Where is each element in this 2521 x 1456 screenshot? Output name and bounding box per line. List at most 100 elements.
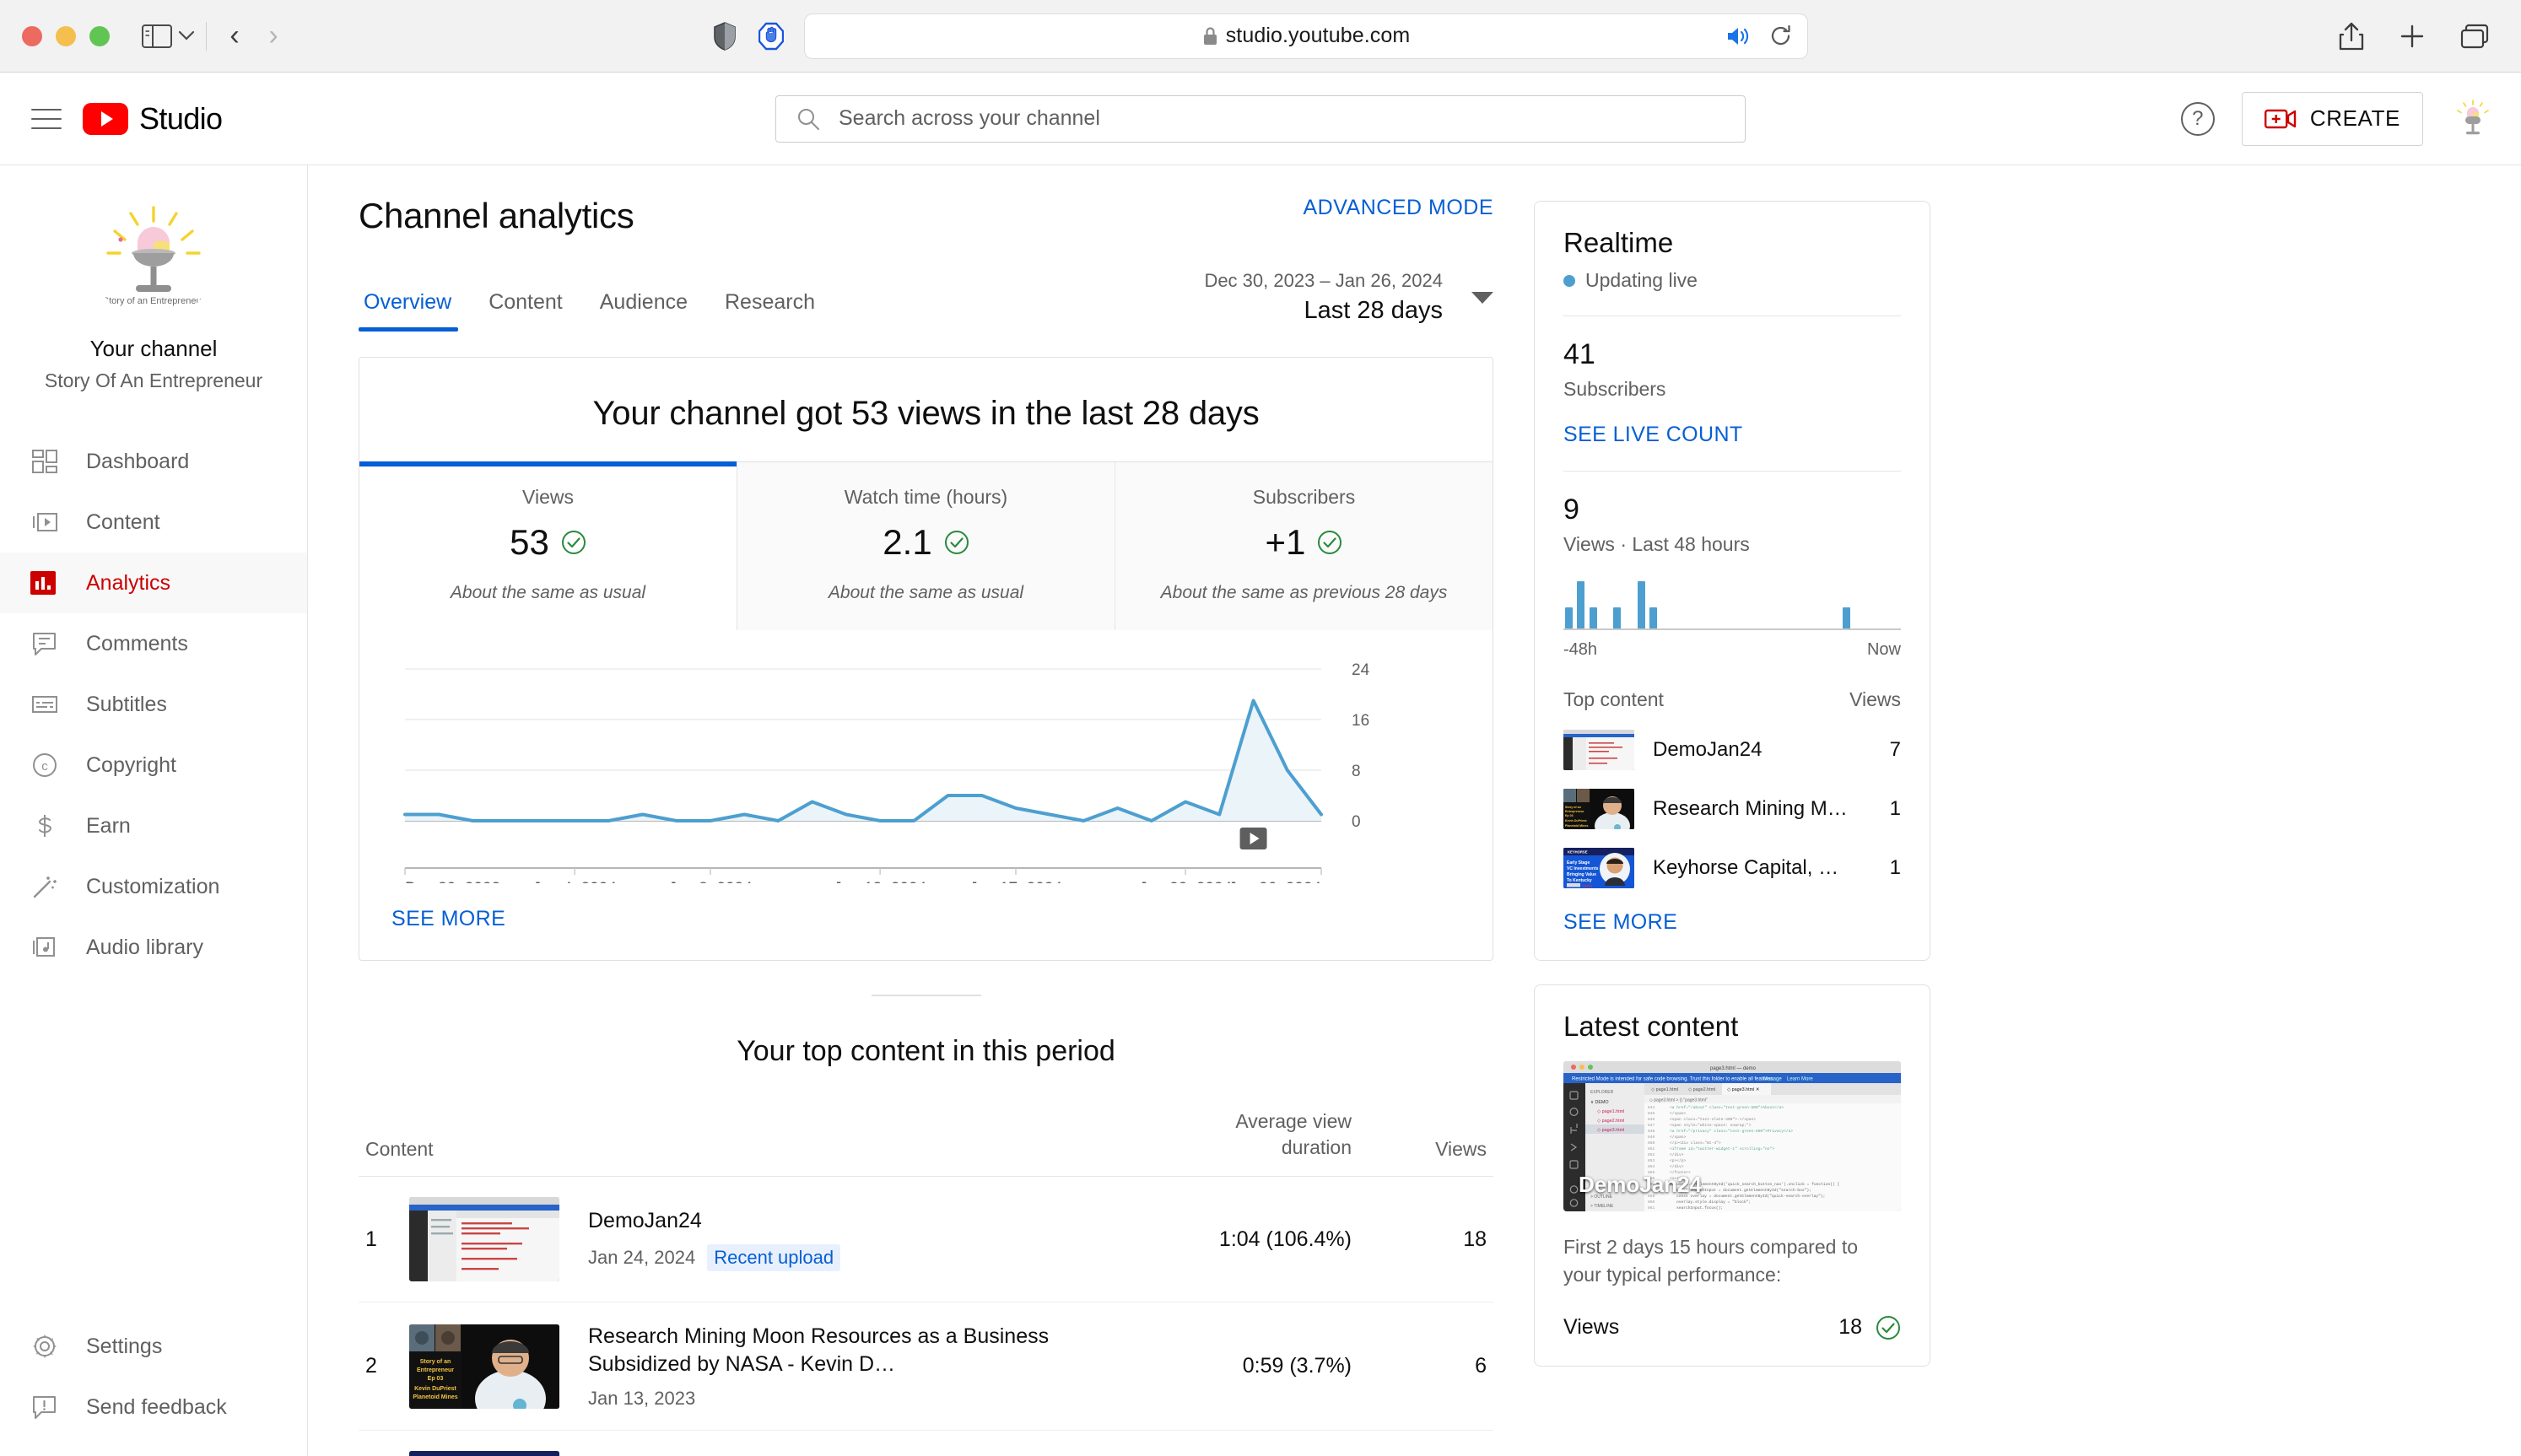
views-chart[interactable]: 0 8 16 24 Dec 30, 2023 Jan 4, 2024 Jan 8, 2024… bbox=[359, 630, 1493, 890]
row-date: Jan 24, 2024 bbox=[588, 1247, 696, 1269]
advanced-mode-link[interactable]: ADVANCED MODE bbox=[1303, 196, 1493, 220]
sidebar: Story of an Entrepreneur Your channel St… bbox=[0, 165, 308, 1456]
table-row[interactable]: 3 KEYHORSECAPITALEarly StageVC Investmen… bbox=[359, 1431, 1493, 1456]
svg-text:Jan 13, 2024: Jan 13, 2024 bbox=[834, 880, 926, 883]
sidebar-item-comments[interactable]: Comments bbox=[0, 613, 307, 674]
channel-avatar[interactable]: Story of an Entrepreneur bbox=[91, 196, 216, 321]
create-button[interactable]: CREATE bbox=[2241, 91, 2423, 146]
page-body: Story of an Entrepreneur Your channel St… bbox=[0, 165, 2521, 1456]
svg-text:847: 847 bbox=[1648, 1123, 1655, 1128]
sidebar-item-analytics[interactable]: Analytics bbox=[0, 553, 307, 613]
svg-text:852: 852 bbox=[1648, 1152, 1655, 1157]
avd-line2: duration bbox=[1281, 1136, 1352, 1159]
sidebar-item-label: Audio library bbox=[86, 935, 203, 959]
row-rank: 2 bbox=[365, 1354, 377, 1378]
table-row[interactable]: 2 Story of an Entrepreneur Ep 03 Kevin DuPr… bbox=[359, 1302, 1493, 1432]
sidebar-item-settings[interactable]: Settings bbox=[0, 1316, 307, 1377]
svg-text:24: 24 bbox=[1352, 661, 1370, 679]
latest-video-thumbnail[interactable]: page3.html — demo Restricted Mode is int… bbox=[1563, 1061, 1901, 1211]
sidebar-item-earn[interactable]: Earn bbox=[0, 795, 307, 856]
video-thumbnail[interactable] bbox=[409, 1197, 559, 1282]
latest-content-card: Latest content page3.html — demo Restric… bbox=[1534, 984, 1930, 1367]
chevron-down-icon[interactable] bbox=[175, 21, 197, 51]
your-channel-label: Your channel bbox=[89, 336, 218, 361]
row-meta: Research Mining Moon Resources as a Busi… bbox=[559, 1323, 1158, 1410]
tab-overview[interactable]: Overview bbox=[359, 290, 470, 332]
svg-text:∨ DEMO: ∨ DEMO bbox=[1590, 1100, 1609, 1105]
row-subline: Jan 13, 2023 bbox=[588, 1388, 1158, 1410]
row-title[interactable]: DemoJan24 bbox=[588, 1207, 1158, 1235]
video-thumbnail[interactable]: KEYHORSECAPITALEarly StageVC Investments… bbox=[409, 1451, 559, 1456]
svg-text:Jan 22, 2024: Jan 22, 2024 bbox=[1139, 880, 1232, 883]
svg-text:</div>: </div> bbox=[1670, 1152, 1684, 1157]
show-all-tabs-icon[interactable] bbox=[2460, 24, 2489, 49]
sidebar-item-dashboard[interactable]: Dashboard bbox=[0, 431, 307, 492]
search-input[interactable]: Search across your channel bbox=[775, 94, 1746, 143]
sidebar-item-audio-library[interactable]: Audio library bbox=[0, 917, 307, 978]
back-arrow-icon[interactable]: ‹ bbox=[215, 18, 254, 55]
row-title[interactable]: Research Mining Moon Resources as a Busi… bbox=[588, 1323, 1158, 1378]
sidebar-item-label: Subtitles bbox=[86, 692, 167, 716]
sidebar-item-subtitles[interactable]: Subtitles bbox=[0, 674, 307, 735]
chrome-right-actions bbox=[2339, 22, 2499, 51]
youtube-studio-logo[interactable]: Studio bbox=[83, 101, 223, 137]
shield-icon[interactable] bbox=[713, 21, 738, 51]
content-video-icon bbox=[29, 506, 61, 538]
tab-content[interactable]: Content bbox=[470, 290, 581, 332]
forward-arrow-icon[interactable]: › bbox=[254, 18, 293, 55]
reload-icon[interactable] bbox=[1769, 24, 1792, 47]
list-item[interactable]: KEYHORSE Early Stage VC Investments Bringin… bbox=[1563, 848, 1901, 888]
tab-research[interactable]: Research bbox=[706, 290, 834, 332]
svg-text:◇ page3.html > () "page3.html": ◇ page3.html > () "page3.html" bbox=[1649, 1098, 1708, 1103]
sidebar-item-copyright[interactable]: c Copyright bbox=[0, 735, 307, 795]
list-item[interactable]: Story of an Entrepreneur Ep 03 Kevin DuPrie… bbox=[1563, 789, 1901, 829]
svg-text:Kevin DuPriest: Kevin DuPriest bbox=[1565, 819, 1587, 822]
video-thumbnail[interactable]: Story of an Entrepreneur Ep 03 Kevin DuPrie… bbox=[409, 1324, 559, 1409]
realtime-see-more-link[interactable]: SEE MORE bbox=[1563, 910, 1901, 935]
svg-text:Restricted Mode is intended fo: Restricted Mode is intended for safe cod… bbox=[1572, 1077, 1774, 1082]
avatar[interactable] bbox=[2450, 95, 2496, 142]
video-thumbnail[interactable]: Story of an Entrepreneur Ep 03 Kevin DuPrie… bbox=[1563, 789, 1634, 829]
sidebar-item-send-feedback[interactable]: Send feedback bbox=[0, 1377, 307, 1437]
svg-text:Entrepreneur: Entrepreneur bbox=[1565, 810, 1584, 813]
search-placeholder: Search across your channel bbox=[839, 106, 1100, 130]
svg-text:Jan 26, 2024: Jan 26, 2024 bbox=[1228, 880, 1321, 883]
svg-text:Jan 17, 2024: Jan 17, 2024 bbox=[969, 880, 1062, 883]
plus-new-tab-icon[interactable] bbox=[2400, 24, 2425, 49]
svg-text:Planetoid Mines: Planetoid Mines bbox=[1565, 824, 1588, 828]
see-live-count-link[interactable]: SEE LIVE COUNT bbox=[1563, 423, 1901, 447]
share-icon[interactable] bbox=[2339, 22, 2364, 51]
sidebar-item-customization[interactable]: Customization bbox=[0, 856, 307, 917]
video-thumbnail[interactable]: KEYHORSE Early Stage VC Investments Bringin… bbox=[1563, 848, 1634, 888]
maximize-window-button[interactable] bbox=[89, 25, 110, 46]
metric-card-views[interactable]: Views 53 About the same as usual bbox=[359, 461, 737, 630]
tab-audience[interactable]: Audience bbox=[581, 290, 706, 332]
youtube-play-icon bbox=[83, 102, 128, 135]
sidebar-item-content[interactable]: Content bbox=[0, 492, 307, 553]
minimize-window-button[interactable] bbox=[56, 25, 76, 46]
sidebar-toggle-icon[interactable] bbox=[138, 21, 175, 51]
realtime-views-label: Views · Last 48 hours bbox=[1563, 533, 1750, 555]
metric-value: 2.1 bbox=[883, 522, 932, 562]
date-range-selector[interactable]: Dec 30, 2023 – Jan 26, 2024 Last 28 days bbox=[1204, 270, 1493, 332]
sidebar-item-label: Settings bbox=[86, 1334, 163, 1358]
check-circle-icon bbox=[1317, 530, 1342, 555]
close-window-button[interactable] bbox=[22, 25, 42, 46]
check-circle-icon bbox=[944, 530, 969, 555]
recent-upload-badge: Recent upload bbox=[707, 1244, 841, 1272]
metric-note: About the same as usual bbox=[450, 583, 646, 602]
hamburger-menu-icon[interactable] bbox=[25, 98, 67, 140]
list-item[interactable]: DemoJan24 7 bbox=[1563, 730, 1901, 770]
svg-text:◇ page1.html: ◇ page1.html bbox=[1597, 1109, 1624, 1114]
metric-card-subscribers[interactable]: Subscribers +1 About the same as previou… bbox=[1115, 462, 1493, 630]
speaker-audio-icon[interactable] bbox=[1725, 25, 1751, 47]
table-row[interactable]: 1 DemoJan24 Jan 24, 2024 Recent upload 1… bbox=[359, 1177, 1493, 1303]
help-icon[interactable]: ? bbox=[2180, 101, 2215, 136]
metric-card-watch-time[interactable]: Watch time (hours) 2.1 About the same as… bbox=[737, 462, 1115, 630]
adblock-stop-hand-icon[interactable] bbox=[758, 22, 784, 51]
latest-video-title: DemoJan24 bbox=[1579, 1172, 1702, 1197]
address-bar[interactable]: studio.youtube.com bbox=[804, 13, 1808, 59]
chart-see-more-link[interactable]: SEE MORE bbox=[359, 890, 1493, 960]
video-thumbnail[interactable] bbox=[1563, 730, 1634, 770]
page-header: Channel analytics ADVANCED MODE bbox=[359, 196, 1493, 236]
